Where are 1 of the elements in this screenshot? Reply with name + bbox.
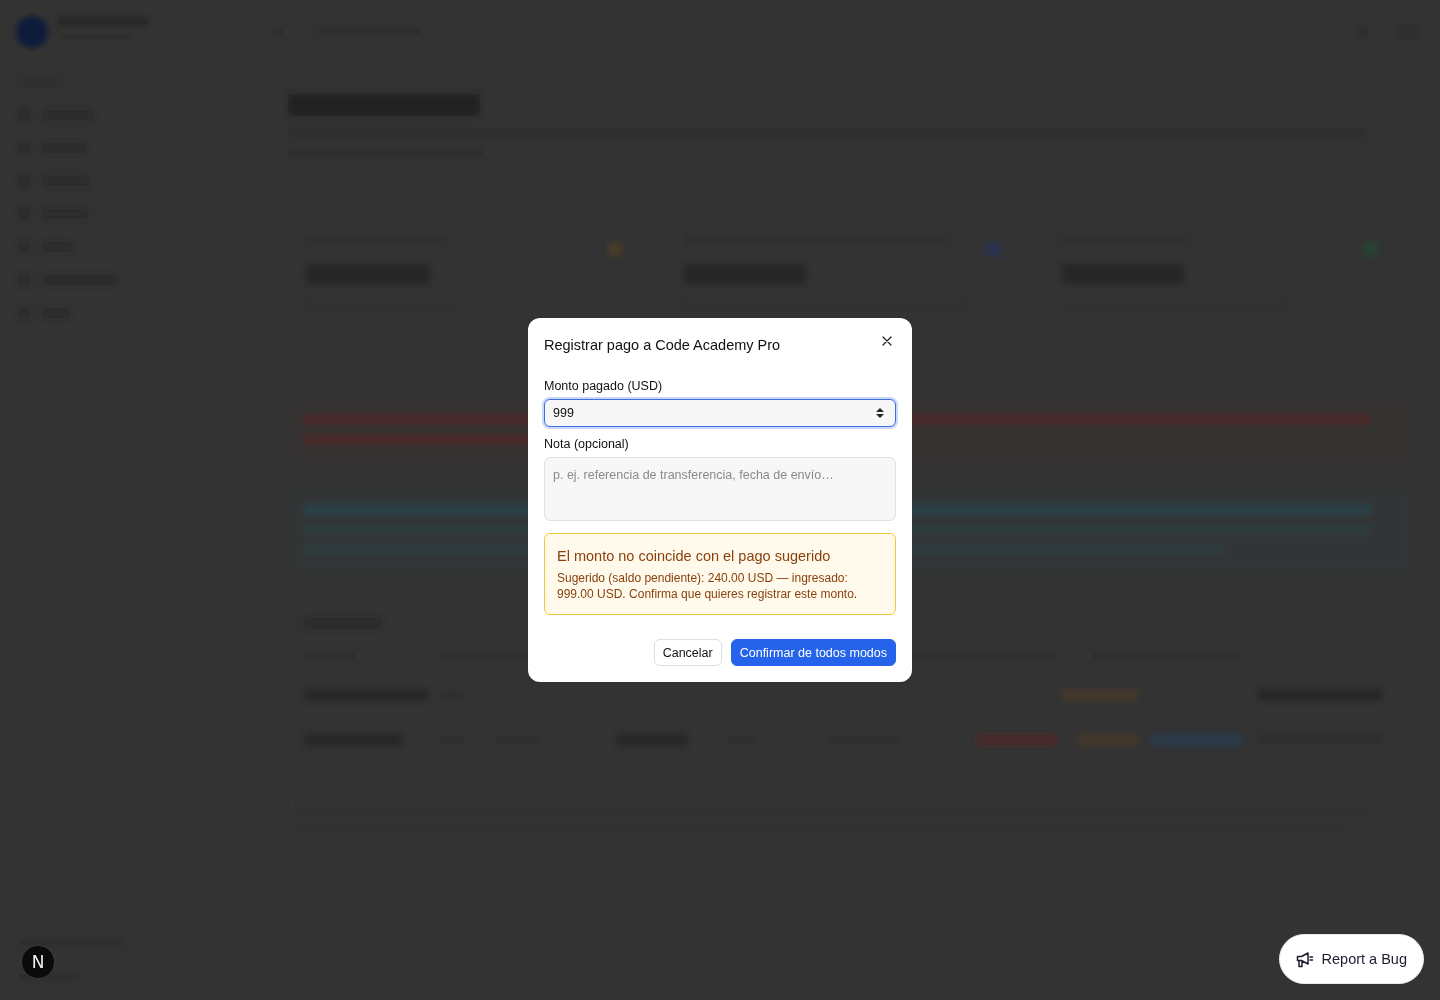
warning-text: Sugerido (saldo pendiente): 240.00 USD — ingresado: 999.00 USD. Confirma que quieres registrar este monto. (557, 570, 859, 602)
